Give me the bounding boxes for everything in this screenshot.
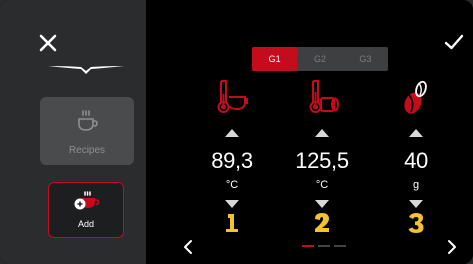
setting-column-1: 89,3 °C [192,78,272,248]
page-dot-2 [318,245,330,247]
setting-value-3: 40 [404,148,428,173]
increase-arrow-1[interactable] [225,129,239,137]
coffee-cup-icon [78,110,98,131]
number-2-badge [315,213,329,232]
close-icon[interactable] [36,31,60,55]
page-indicator [302,245,346,247]
add-button[interactable]: Add [48,182,124,238]
page-dot-3 [334,245,346,247]
tab-g1[interactable]: G1 [252,47,298,71]
setting-unit-3: g [412,179,420,191]
steam-temperature-icon [309,80,339,113]
increase-arrow-3[interactable] [409,129,423,137]
check-icon[interactable] [443,32,465,52]
add-cup-icon [74,191,100,210]
main-panel: G1 G2 G3 89,3 °C 125,5 °C 40 g [146,0,473,264]
add-label: Add [77,219,94,229]
screen: Recipes Add G1 G2 G3 89,3 °C 125,5 °C 40… [0,0,473,264]
page-dot-1 [302,245,314,247]
setting-value-2: 125,5 [295,148,349,173]
increase-arrow-2[interactable] [315,129,329,137]
number-3-badge [408,213,424,233]
setting-column-2: 125,5 °C [282,78,362,248]
decrease-arrow-2[interactable] [315,200,329,208]
setting-unit-2: °C [315,179,329,191]
coffee-bean-dose-icon [404,80,427,114]
chevron-right-icon[interactable] [446,239,458,255]
tab-g2[interactable]: G2 [297,47,342,71]
sidebar: Recipes Add [0,0,146,264]
tab-g3[interactable]: G3 [343,47,388,71]
setting-column-3: 40 g [376,78,456,248]
boiler-temperature-icon [217,80,248,113]
recipes-button[interactable]: Recipes [40,97,134,165]
brand-logo [48,66,124,74]
setting-unit-1: °C [225,179,239,191]
group-tabs: G1 G2 G3 [252,47,388,71]
number-1-badge [226,214,238,232]
decrease-arrow-1[interactable] [225,200,239,208]
decrease-arrow-3[interactable] [409,200,423,208]
setting-value-1: 89,3 [211,148,253,173]
chevron-left-icon[interactable] [182,239,194,255]
recipes-label: Recipes [68,145,106,156]
